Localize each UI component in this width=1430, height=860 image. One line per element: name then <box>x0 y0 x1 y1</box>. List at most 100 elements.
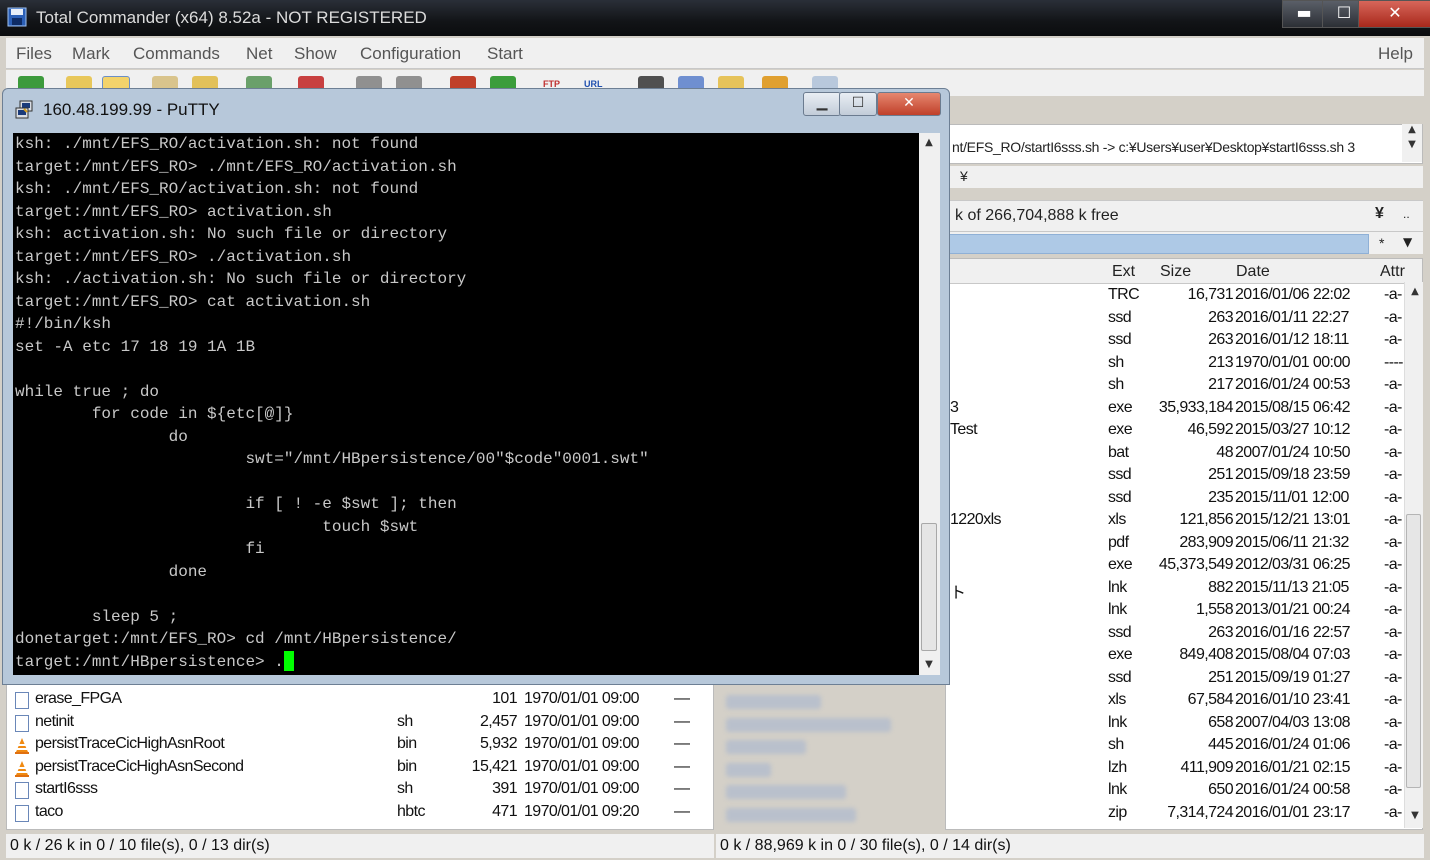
table-row[interactable]: sh 445 2016/01/24 01:06 -a- <box>726 736 1422 758</box>
scroll-down-arrow-icon[interactable]: ▼ <box>919 659 939 670</box>
right-panel-path[interactable]: nt/EFS_RO/startI6sss.sh -> c:¥Users¥user… <box>945 124 1423 164</box>
file-date: 2013/01/21 00:24 <box>1235 601 1351 618</box>
putty-minimize-button[interactable]: ▁ <box>803 92 841 116</box>
putty-title: 160.48.199.99 - PuTTY <box>43 100 220 119</box>
terminal-scrollbar[interactable]: ▲ ▼ <box>919 133 940 675</box>
file-date: 1970/01/01 00:00 <box>1235 353 1351 371</box>
file-attr: — <box>674 757 690 775</box>
file-name: startI6sss <box>35 780 98 797</box>
table-row[interactable]: TRC 16,731 2016/01/06 22:02 -a- <box>946 286 1422 308</box>
scroll-up-arrow-icon[interactable]: ▲ <box>919 137 939 148</box>
scroll-up-arrow-icon[interactable]: ▲ <box>1405 286 1425 297</box>
table-row[interactable]: ssd 251 2015/09/18 23:59 -a- <box>946 466 1422 488</box>
header-date[interactable]: Date <box>1236 263 1270 281</box>
table-row[interactable]: xls 67,584 2016/01/10 23:41 -a- <box>726 691 1422 713</box>
right-file-list[interactable]: Ext Size Date Attr TRC 16,731 2016/01/06 2… <box>726 258 1423 830</box>
menu-show[interactable]: Show <box>294 44 337 64</box>
scrollbar-thumb[interactable] <box>1406 514 1421 788</box>
table-row[interactable]: zip 7,314,724 2016/01/01 23:17 -a- <box>726 804 1422 826</box>
table-row[interactable]: lnk 650 2016/01/24 00:58 -a- <box>726 781 1422 803</box>
table-row[interactable]: erase_FPGA 101 1970/01/01 09:00 — <box>7 690 713 712</box>
redacted-name <box>726 695 821 709</box>
menu-mark[interactable]: Mark <box>72 44 110 64</box>
table-row[interactable]: netinit sh 2,457 1970/01/01 09:00 — <box>7 713 713 735</box>
drive-label[interactable]: ¥ <box>960 168 968 184</box>
minimize-button[interactable]: ▬ <box>1282 0 1326 28</box>
menu-start[interactable]: Start <box>487 44 523 64</box>
table-row[interactable]: ssd 263 2016/01/16 22:57 -a- <box>946 624 1422 646</box>
right-status-text: 0 k / 88,969 k in 0 / 30 file(s), 0 / 14… <box>720 837 1011 854</box>
header-ext[interactable]: Ext <box>1112 263 1135 281</box>
file-date: 2012/03/31 06:25 <box>1235 556 1351 573</box>
table-row[interactable]: exe 849,408 2015/08/04 07:03 -a- <box>946 646 1422 668</box>
menu-configuration[interactable]: Configuration <box>360 44 461 64</box>
file-attr: -a- <box>1384 331 1402 348</box>
table-row[interactable]: taco hbtc 471 1970/01/01 09:20 — <box>7 803 713 825</box>
root-dir-button[interactable]: ¥ <box>1375 205 1384 223</box>
file-size: 15,421 <box>471 757 518 775</box>
file-name: 3 <box>950 398 959 416</box>
file-ext: ssd <box>1108 488 1132 506</box>
header-attr[interactable]: Attr <box>1380 263 1405 281</box>
menu-commands[interactable]: Commands <box>133 44 220 64</box>
menu-net[interactable]: Net <box>246 44 272 64</box>
right-folder-tab[interactable] <box>945 234 1369 254</box>
dropdown-arrow-icon[interactable]: ▼ <box>1403 235 1412 249</box>
terminal-line-text: done <box>15 562 208 581</box>
scroll-down-arrow-icon[interactable]: ▼ <box>1405 810 1425 821</box>
menu-help[interactable]: Help <box>1378 44 1413 64</box>
path-scrollbar[interactable]: ▲ ▼ <box>1402 124 1422 162</box>
table-row[interactable]: persistTraceCicHighAsnRoot bin 5,932 1970/0… <box>7 735 713 757</box>
left-file-list[interactable]: erase_FPGA 101 1970/01/01 09:00 — netinit sh 2… <box>6 680 714 830</box>
parent-dir-button[interactable]: .. <box>1403 207 1410 221</box>
table-row[interactable]: persistTraceCicHighAsnSecond bin 15,421 197… <box>7 758 713 780</box>
table-row[interactable]: ト lnk 882 2015/11/13 21:05 -a- <box>946 579 1422 602</box>
terminal-line-text: target:/mnt/EFS_RO> cat activation.sh <box>15 292 371 311</box>
table-row[interactable]: sh 217 2016/01/24 00:53 -a- <box>946 376 1422 398</box>
file-ext: ssd <box>1108 308 1132 326</box>
table-row[interactable]: lnk 658 2007/04/03 13:08 -a- <box>726 714 1422 736</box>
table-row[interactable]: startI6sss sh 391 1970/01/01 09:00 — <box>7 780 713 802</box>
scroll-up-arrow-icon[interactable]: ▲ <box>1402 124 1422 135</box>
terminal-screen[interactable]: ksh: ./mnt/EFS_RO/activation.sh: not fou… <box>13 133 919 675</box>
file-size: 46,592 <box>1187 421 1234 438</box>
file-attr: -a- <box>1384 781 1402 798</box>
table-row[interactable]: bat 48 2007/01/24 10:50 -a- <box>946 444 1422 466</box>
putty-icon <box>15 100 33 119</box>
right-status-bar: 0 k / 88,969 k in 0 / 30 file(s), 0 / 14… <box>716 834 1424 858</box>
table-row[interactable]: ssd 263 2016/01/12 18:11 -a- <box>946 331 1422 353</box>
table-row[interactable]: 3 exe 35,933,184 2015/08/15 06:42 -a- <box>946 399 1422 421</box>
right-list-scrollbar[interactable]: ▲ ▼ <box>1404 282 1423 828</box>
scroll-down-arrow-icon[interactable]: ▼ <box>1402 139 1422 150</box>
file-attr: -a- <box>1384 533 1402 551</box>
menu-files[interactable]: Files <box>16 44 52 64</box>
file-size: 263 <box>1208 308 1234 326</box>
close-button[interactable]: ✕ <box>1358 0 1430 28</box>
table-row[interactable]: exe 45,373,549 2012/03/31 06:25 -a- <box>946 556 1422 578</box>
free-space-text: k of 266,704,888 k free <box>955 207 1119 224</box>
table-row[interactable]: ssd 263 2016/01/11 22:27 -a- <box>946 309 1422 331</box>
putty-maximize-button[interactable]: ☐ <box>839 92 877 116</box>
table-row[interactable]: lzh 411,909 2016/01/21 02:15 -a- <box>726 759 1422 781</box>
table-row[interactable]: sh 213 1970/01/01 00:00 ---- <box>946 354 1422 376</box>
file-icon <box>15 692 29 709</box>
terminal-line-text: sleep 5 ; <box>15 607 179 626</box>
file-size: 251 <box>1208 668 1234 686</box>
table-row[interactable]: pdf 283,909 2015/06/11 21:32 -a- <box>946 534 1422 556</box>
file-ext: sh <box>1108 736 1124 753</box>
file-attr: -a- <box>1384 646 1402 663</box>
file-date: 2016/01/24 00:53 <box>1235 376 1351 393</box>
table-row[interactable]: ssd 251 2015/09/19 01:27 -a- <box>946 669 1422 691</box>
table-row[interactable]: lnk 1,558 2013/01/21 00:24 -a- <box>946 601 1422 623</box>
scrollbar-thumb[interactable] <box>921 523 937 651</box>
terminal-line: ksh: activation.sh: No such file or dire… <box>15 223 447 245</box>
table-row[interactable]: Test exe 46,592 2015/03/27 10:12 -a- <box>946 421 1422 443</box>
file-attr: -a- <box>1384 736 1402 753</box>
history-button[interactable]: * <box>1379 235 1384 251</box>
table-row[interactable]: ssd 235 2015/11/01 12:00 -a- <box>946 489 1422 511</box>
header-size[interactable]: Size <box>1160 263 1191 281</box>
table-row[interactable]: 1220xls xls 121,856 2015/12/21 13:01 -a- <box>946 511 1422 533</box>
terminal-line: fi <box>15 538 264 560</box>
terminal-line-text: ksh: ./activation.sh: No such file or di… <box>15 270 467 288</box>
putty-close-button[interactable]: ✕ <box>877 92 941 116</box>
